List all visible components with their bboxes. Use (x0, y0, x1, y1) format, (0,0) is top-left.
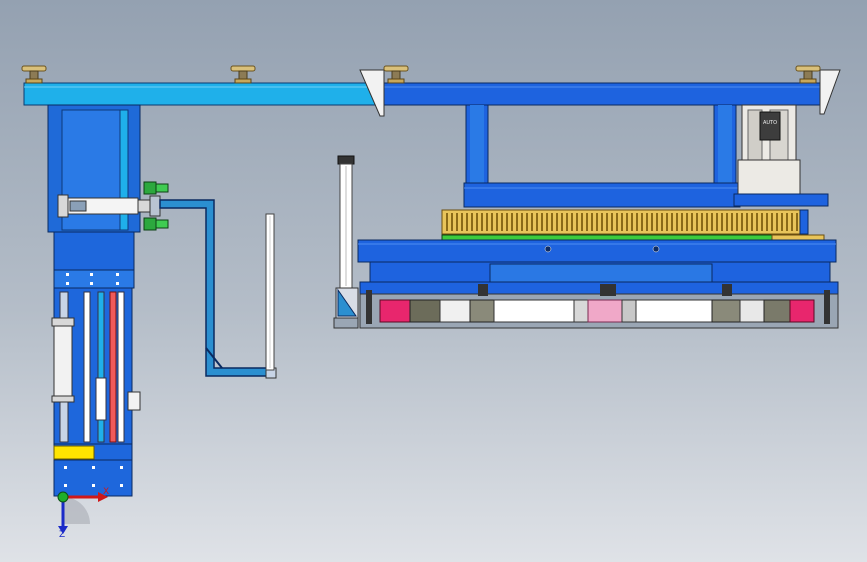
gear-tooth (666, 213, 668, 231)
leveling-foot (21, 65, 47, 84)
gear-tooth (466, 213, 468, 231)
gear-tooth (641, 213, 643, 231)
gear-tooth (526, 213, 528, 231)
gear-tooth (616, 213, 618, 231)
gear-tooth (776, 213, 778, 231)
gear-tooth (751, 213, 753, 231)
gear-tooth (756, 213, 758, 231)
gear-tooth (591, 213, 593, 231)
gear-tooth (576, 213, 578, 231)
gear-tooth (771, 213, 773, 231)
gear-tooth (656, 213, 658, 231)
gear-tooth (661, 213, 663, 231)
bracket-frame[interactable] (159, 199, 277, 379)
gear-tooth (796, 213, 798, 231)
gear-tooth (561, 213, 563, 231)
gear-tooth (766, 213, 768, 231)
leveling-foot (230, 65, 256, 84)
gear-tooth (631, 213, 633, 231)
leveling-foot (795, 65, 821, 84)
gear-tooth (676, 213, 678, 231)
gear-tooth (681, 213, 683, 231)
gear-tooth (496, 213, 498, 231)
guide-rod[interactable] (265, 213, 275, 371)
gear-tooth (546, 213, 548, 231)
gear-tooth (761, 213, 763, 231)
gear-tooth (456, 213, 458, 231)
gear-tooth (566, 213, 568, 231)
gear-tooth (531, 213, 533, 231)
gear-ring[interactable] (441, 209, 825, 242)
horizontal-cylinder[interactable] (57, 194, 161, 218)
gear-tooth (726, 213, 728, 231)
gear-tooth (596, 213, 598, 231)
gear-tooth (781, 213, 783, 231)
gear-tooth (626, 213, 628, 231)
leveling-foot (383, 65, 409, 84)
gear-tooth (581, 213, 583, 231)
gear-tooth (686, 213, 688, 231)
roller-assembly[interactable] (359, 281, 839, 329)
gear-tooth (746, 213, 748, 231)
gear-tooth (696, 213, 698, 231)
gear-tooth (506, 213, 508, 231)
gear-tooth (691, 213, 693, 231)
gear-tooth (476, 213, 478, 231)
gear-tooth (501, 213, 503, 231)
gear-tooth (491, 213, 493, 231)
gear-tooth (611, 213, 613, 231)
gear-tooth (451, 213, 453, 231)
servo-motor[interactable]: AUTO (733, 104, 829, 207)
motor-brand-label: AUTO (763, 120, 777, 126)
pneumatic-cylinder[interactable] (51, 317, 75, 403)
gear-tooth (721, 213, 723, 231)
gear-tooth (786, 213, 788, 231)
turntable-plate[interactable] (357, 239, 837, 285)
cad-model-scene[interactable]: AUTO (0, 0, 867, 562)
gear-tooth (601, 213, 603, 231)
gear-tooth (606, 213, 608, 231)
gear-tooth (511, 213, 513, 231)
gear-tooth (536, 213, 538, 231)
gear-tooth (646, 213, 648, 231)
gear-tooth (711, 213, 713, 231)
leveling-feet (21, 65, 821, 84)
gear-tooth (461, 213, 463, 231)
cad-viewport[interactable]: AUTO X Z (0, 0, 867, 562)
gear-tooth (471, 213, 473, 231)
gear-tooth (716, 213, 718, 231)
gear-tooth (586, 213, 588, 231)
axis-x-label: X (103, 487, 110, 497)
gear-tooth (651, 213, 653, 231)
rotary-gantry[interactable] (463, 104, 741, 208)
gear-tooth (791, 213, 793, 231)
gear-tooth (706, 213, 708, 231)
gear-tooth (701, 213, 703, 231)
gear-tooth (736, 213, 738, 231)
gear-tooth (636, 213, 638, 231)
gear-tooth (731, 213, 733, 231)
coordinate-triad (57, 491, 108, 534)
gear-tooth (551, 213, 553, 231)
gear-tooth (516, 213, 518, 231)
linear-guide[interactable] (333, 155, 359, 329)
gear-tooth (741, 213, 743, 231)
axis-z-label: Z (59, 530, 66, 540)
gear-tooth (671, 213, 673, 231)
vertical-column[interactable] (47, 104, 141, 497)
gear-tooth (486, 213, 488, 231)
gear-tooth (446, 213, 448, 231)
origin-y-axis-dot (57, 491, 69, 503)
gear-tooth (521, 213, 523, 231)
gear-tooth (541, 213, 543, 231)
gear-tooth (621, 213, 623, 231)
gear-tooth (571, 213, 573, 231)
gear-tooth (556, 213, 558, 231)
gear-tooth (481, 213, 483, 231)
